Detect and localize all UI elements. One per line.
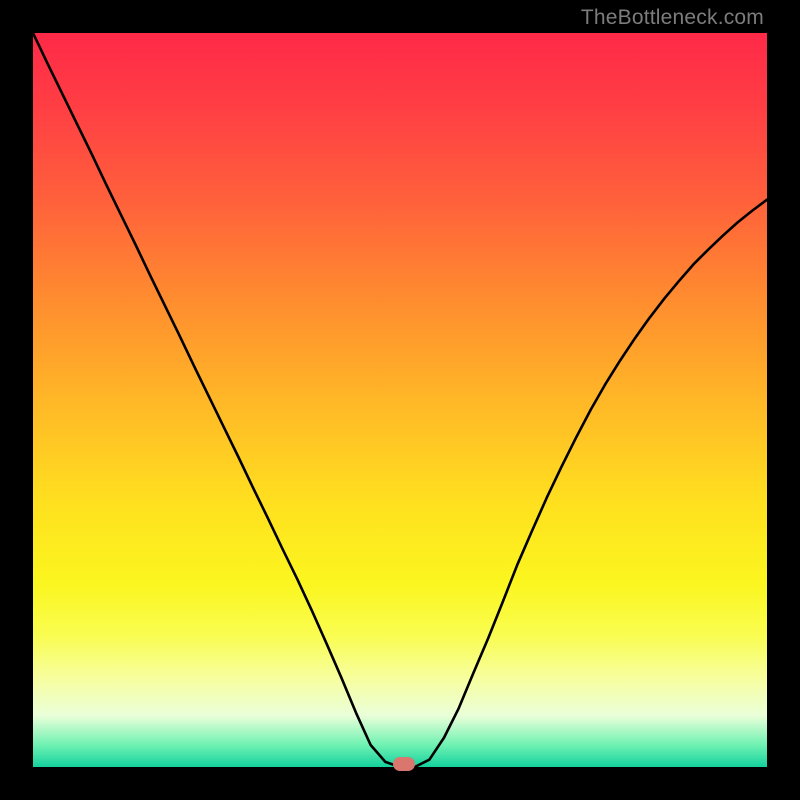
bottleneck-curve xyxy=(33,33,767,767)
optimal-point-marker xyxy=(393,757,415,771)
watermark-text: TheBottleneck.com xyxy=(581,6,764,30)
curve-path xyxy=(33,33,767,767)
chart-frame: TheBottleneck.com xyxy=(0,0,800,800)
plot-area xyxy=(33,33,767,767)
